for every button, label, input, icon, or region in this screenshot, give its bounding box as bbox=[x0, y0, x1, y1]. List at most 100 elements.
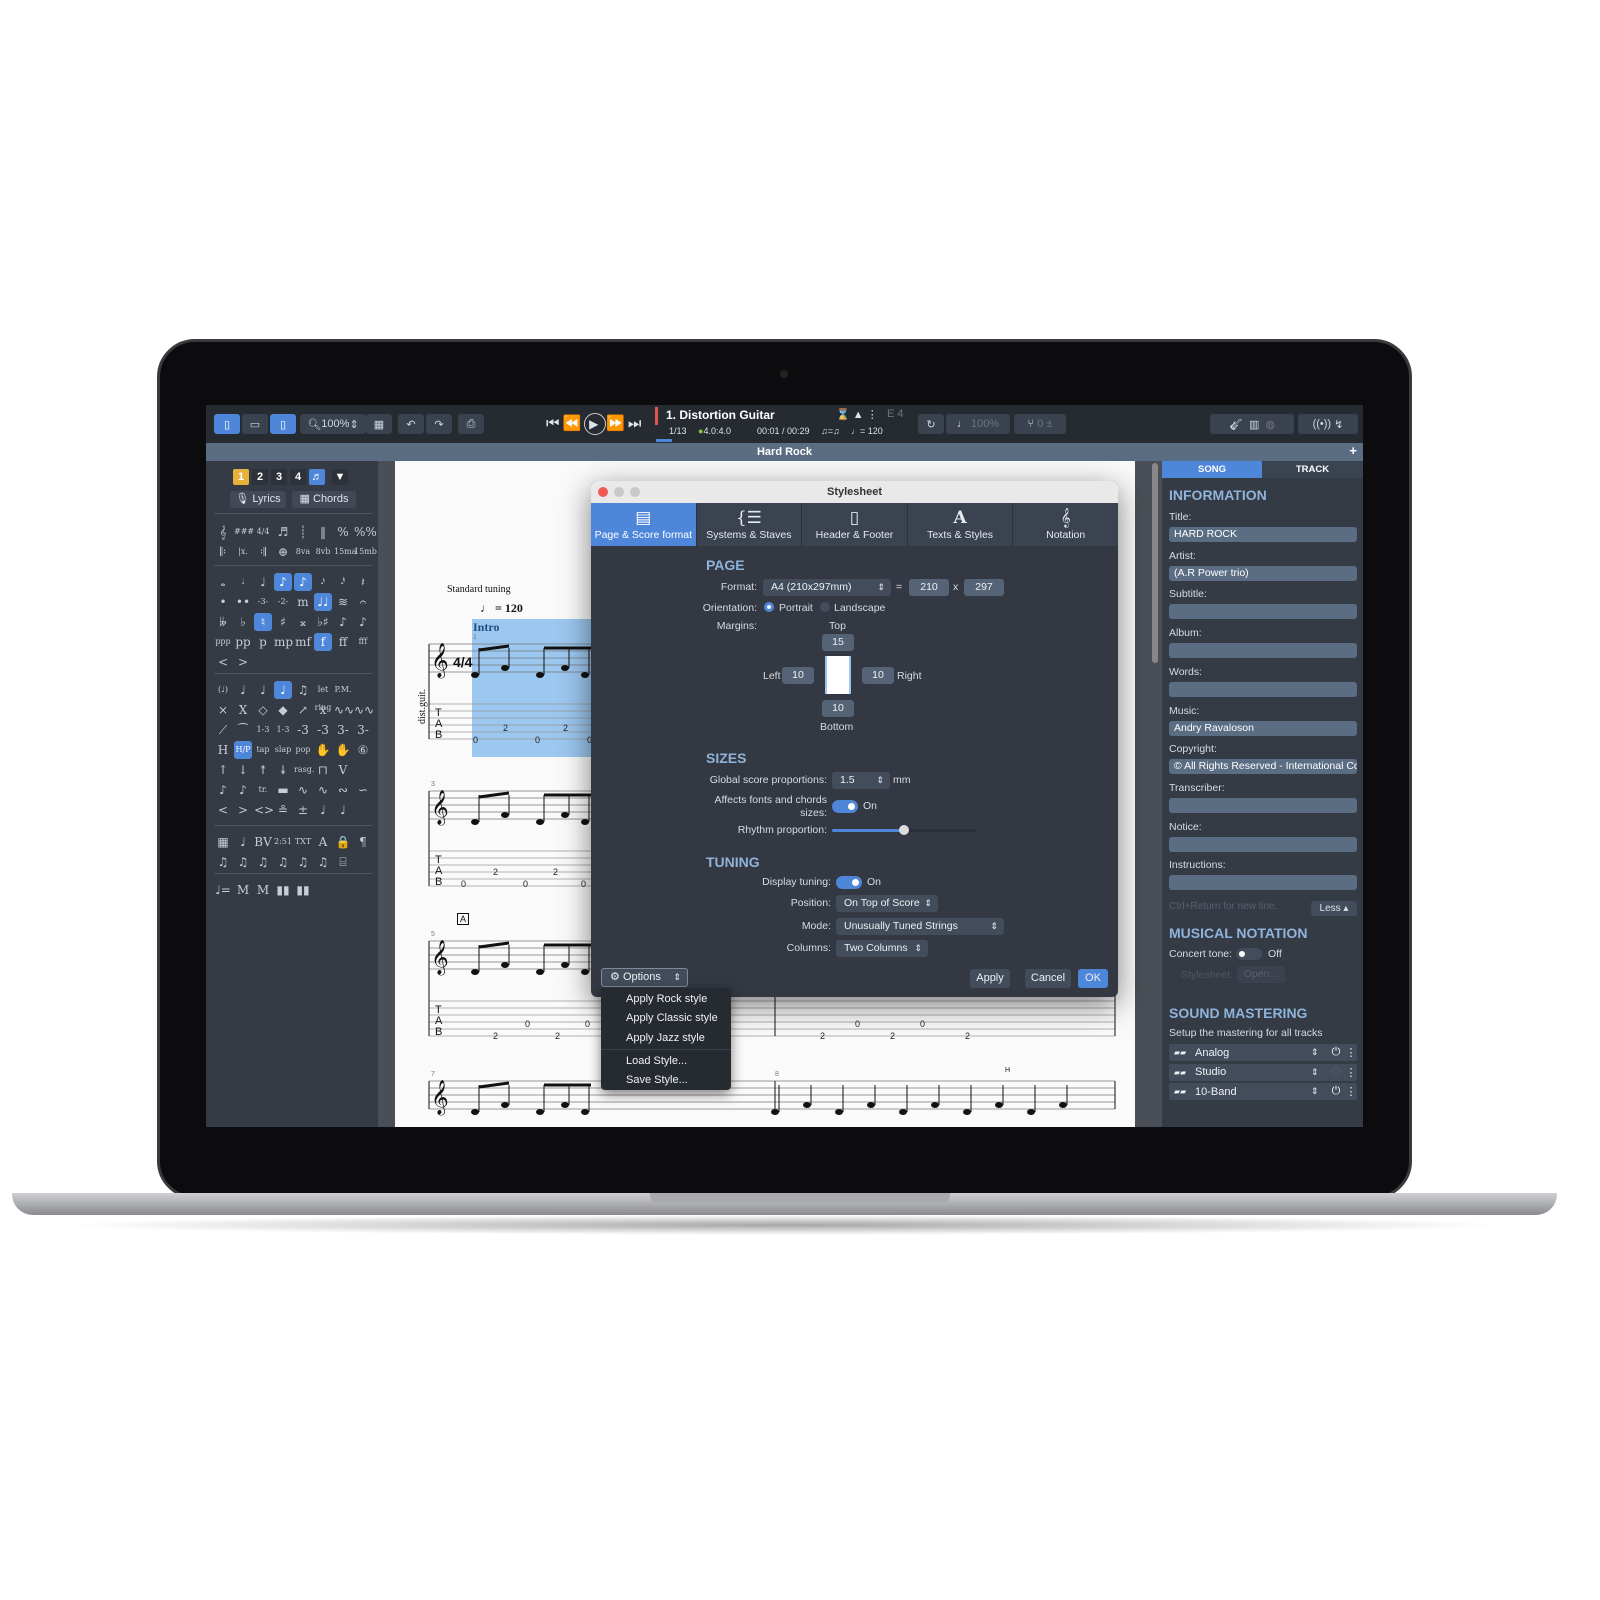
field-input-music[interactable]: Andry Ravaloson bbox=[1169, 720, 1357, 736]
palette-symbol-icon[interactable] bbox=[314, 881, 332, 899]
print-button[interactable]: ⎙ bbox=[458, 414, 484, 434]
mode-select[interactable]: Unusually Tuned Strings ⇕ bbox=[836, 918, 1004, 935]
palette-symbol-icon[interactable]: A bbox=[314, 833, 332, 851]
palette-symbol-icon[interactable]: ≋ bbox=[334, 593, 352, 611]
palette-symbol-icon[interactable]: < bbox=[214, 801, 232, 819]
power-icon[interactable]: ⏻ bbox=[1327, 1085, 1345, 1098]
palette-symbol-icon[interactable]: H/P bbox=[234, 741, 252, 759]
palette-symbol-icon[interactable]: -2- bbox=[274, 593, 292, 611]
zoom-button[interactable] bbox=[630, 487, 640, 497]
ok-button[interactable]: OK bbox=[1078, 969, 1108, 988]
palette-symbol-icon[interactable]: 8vb bbox=[314, 543, 332, 561]
palette-symbol-icon[interactable]: -3- bbox=[254, 593, 272, 611]
tab-notation[interactable]: 𝄞 Notation bbox=[1013, 503, 1118, 546]
layout-button[interactable]: ▦ bbox=[366, 414, 392, 434]
palette-symbol-icon[interactable]: < bbox=[214, 653, 232, 671]
palette-symbol-icon[interactable]: 𝄞 bbox=[214, 523, 232, 541]
voice-3[interactable]: 3 bbox=[271, 469, 287, 485]
palette-symbol-icon[interactable]: M bbox=[234, 881, 252, 899]
field-input-notice[interactable] bbox=[1169, 836, 1357, 852]
palette-symbol-icon[interactable]: 15ma bbox=[334, 543, 357, 561]
palette-symbol-icon[interactable]: ⊕ bbox=[274, 543, 292, 561]
palette-symbol-icon[interactable] bbox=[354, 761, 372, 779]
piano-icon[interactable]: ▥ bbox=[1249, 418, 1259, 431]
palette-symbol-icon[interactable]: ± bbox=[294, 801, 312, 819]
palette-symbol-icon[interactable]: ▮▮ bbox=[294, 881, 312, 899]
palette-symbol-icon[interactable]: pp bbox=[234, 633, 252, 651]
palette-symbol-icon[interactable]: ◇ bbox=[254, 701, 272, 719]
palette-symbol-icon[interactable]: 🔒 bbox=[334, 833, 352, 851]
menu-item-apply-jazz[interactable]: Apply Jazz style bbox=[626, 1032, 705, 1044]
palette-symbol-icon[interactable]: 𝄫 bbox=[214, 613, 232, 631]
palette-symbol-icon[interactable]: -3 bbox=[294, 721, 312, 739]
palette-symbol-icon[interactable]: ⊓ bbox=[314, 761, 332, 779]
palette-symbol-icon[interactable]: • bbox=[214, 593, 232, 611]
global-proportions-input[interactable]: 1.5 ⇕ bbox=[832, 772, 890, 789]
palette-symbol-icon[interactable]: % bbox=[334, 523, 352, 541]
palette-symbol-icon[interactable]: 𝅝 bbox=[214, 573, 232, 591]
palette-symbol-icon[interactable] bbox=[274, 653, 292, 671]
position-select[interactable]: On Top of Score ⇕ bbox=[836, 895, 938, 912]
pitch-control[interactable]: ⑂ 0 ± bbox=[1014, 414, 1066, 434]
palette-symbol-icon[interactable]: 𝅘𝅥𝅰 bbox=[334, 573, 352, 591]
lyrics-button[interactable]: 🎙︎ Lyrics bbox=[230, 491, 286, 508]
palette-symbol-icon[interactable]: fff bbox=[354, 633, 372, 651]
palette-symbol-icon[interactable]: 3- bbox=[334, 721, 352, 739]
palette-symbol-icon[interactable]: ♫ bbox=[314, 853, 332, 871]
palette-symbol-icon[interactable]: pop bbox=[294, 741, 312, 759]
metronome-icon[interactable]: ⌛ ▲ ⋮ bbox=[836, 408, 878, 421]
palette-symbol-icon[interactable]: H bbox=[214, 741, 232, 759]
power-icon[interactable]: ⏻ bbox=[1327, 1066, 1345, 1079]
palette-symbol-icon[interactable]: X bbox=[234, 701, 252, 719]
mastering-name[interactable]: 10-Band bbox=[1191, 1086, 1311, 1098]
palette-symbol-icon[interactable]: ♬ bbox=[274, 523, 292, 541]
close-button[interactable] bbox=[598, 487, 608, 497]
mastering-row[interactable]: ▰▰ Studio ⇕ ⏻ ⋮ bbox=[1169, 1063, 1357, 1081]
palette-symbol-icon[interactable]: ↡ bbox=[274, 761, 292, 779]
drum-icon[interactable]: ◍ bbox=[1266, 418, 1276, 431]
palette-symbol-icon[interactable] bbox=[334, 653, 352, 671]
palette-symbol-icon[interactable]: ∿ bbox=[294, 781, 312, 799]
palette-symbol-icon[interactable]: ∿ bbox=[314, 781, 332, 799]
field-input-instructions[interactable] bbox=[1169, 875, 1357, 891]
palette-symbol-icon[interactable]: ff bbox=[334, 633, 352, 651]
palette-symbol-icon[interactable] bbox=[354, 653, 372, 671]
menu-item-apply-rock[interactable]: Apply Rock style bbox=[626, 993, 707, 1005]
apply-button[interactable]: Apply bbox=[970, 969, 1010, 988]
palette-symbol-icon[interactable]: ### bbox=[234, 523, 254, 541]
palette-symbol-icon[interactable]: 1-3 bbox=[274, 721, 292, 739]
field-input-subtitle[interactable] bbox=[1169, 604, 1357, 620]
more-icon[interactable]: ⋮ bbox=[1345, 1046, 1357, 1059]
palette-symbol-icon[interactable]: •• bbox=[234, 593, 252, 611]
palette-symbol-icon[interactable]: 2:51 bbox=[274, 833, 292, 851]
palette-symbol-icon[interactable]: ♫ bbox=[234, 853, 252, 871]
stepper-icon[interactable]: ⇕ bbox=[1311, 1047, 1327, 1058]
palette-symbol-icon[interactable]: ↟ bbox=[254, 761, 272, 779]
options-button[interactable]: ⚙ Options ⇕ bbox=[601, 968, 688, 987]
palette-symbol-icon[interactable]: M bbox=[254, 881, 272, 899]
columns-select[interactable]: Two Columns ⇕ bbox=[836, 940, 928, 957]
menu-item-save-style[interactable]: Save Style... bbox=[626, 1074, 688, 1086]
palette-symbol-icon[interactable]: × bbox=[214, 701, 232, 719]
menu-item-load-style[interactable]: Load Style... bbox=[626, 1055, 687, 1067]
palette-symbol-icon[interactable]: ∿∿ bbox=[334, 701, 354, 719]
mastering-row[interactable]: ▰▰ 10-Band ⇕ ⏻ ⋮ bbox=[1169, 1083, 1357, 1100]
format-select[interactable]: A4 (210x297mm) ⇕ bbox=[763, 579, 891, 596]
landscape-radio[interactable] bbox=[820, 602, 830, 612]
palette-symbol-icon[interactable]: mp bbox=[274, 633, 293, 651]
palette-symbol-icon[interactable] bbox=[314, 653, 332, 671]
palette-symbol-icon[interactable]: ┊ bbox=[294, 523, 312, 541]
minimize-button[interactable] bbox=[614, 487, 624, 497]
palette-symbol-icon[interactable]: V bbox=[334, 761, 352, 779]
palette-symbol-icon[interactable]: %% bbox=[354, 523, 377, 541]
tab-texts-styles[interactable]: A Texts & Styles bbox=[908, 503, 1014, 546]
palette-symbol-icon[interactable]: -3 bbox=[314, 721, 332, 739]
tab-page-score-format[interactable]: ▤ Page & Score format bbox=[591, 503, 697, 546]
mastering-name[interactable]: Studio bbox=[1191, 1066, 1311, 1078]
page-width-input[interactable]: 210 bbox=[909, 579, 949, 596]
palette-symbol-icon[interactable]: ⌸ bbox=[334, 853, 352, 871]
palette-symbol-icon[interactable]: TXT bbox=[294, 833, 312, 851]
palette-symbol-icon[interactable]: 𝅗𝅥 bbox=[234, 573, 252, 591]
palette-symbol-icon[interactable]: 𝅘𝅥𝅯 bbox=[314, 573, 332, 591]
portrait-radio[interactable] bbox=[764, 602, 774, 612]
